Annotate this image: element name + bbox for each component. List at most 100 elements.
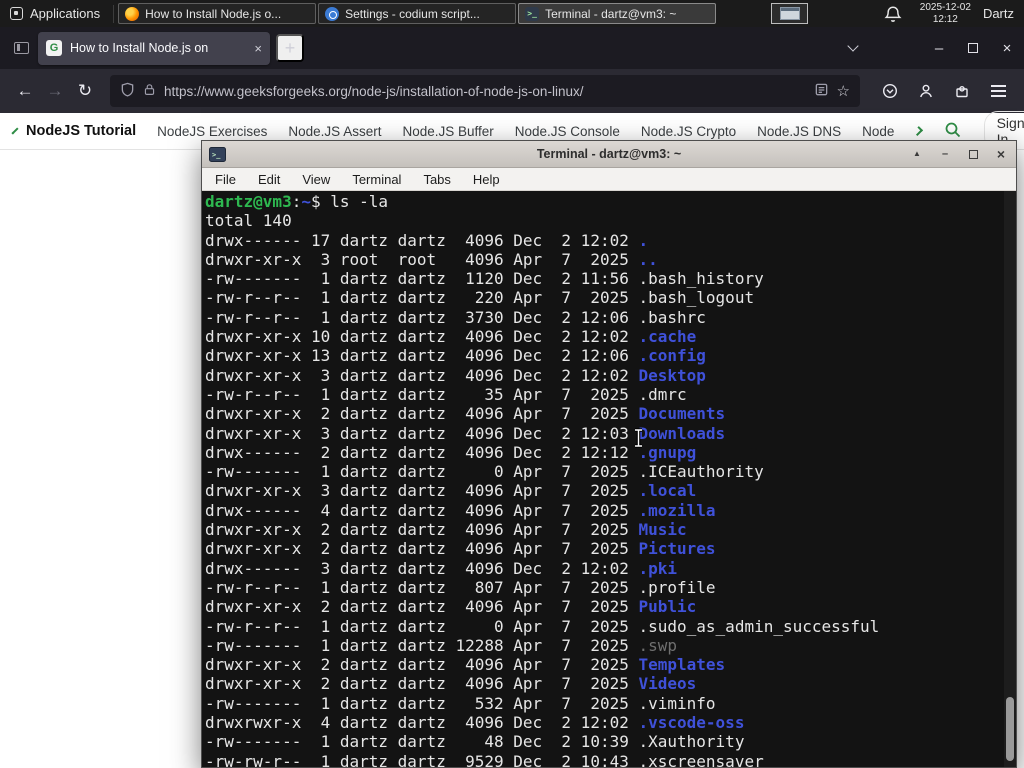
clock[interactable]: 2025-12-02 12:12 xyxy=(920,2,971,26)
terminal-line: -rw-r--r-- 1 dartz dartz 220 Apr 7 2025 … xyxy=(205,288,755,308)
terminal-line: drwxr-xr-x 2 dartz dartz 4096 Apr 7 2025… xyxy=(205,539,716,559)
reader-mode-icon[interactable] xyxy=(814,82,829,100)
directory-name: Desktop xyxy=(638,365,706,385)
terminal-line: drwxr-xr-x 2 dartz dartz 4096 Apr 7 2025… xyxy=(205,404,726,424)
file-name: .Xauthority xyxy=(638,732,745,752)
new-tab-button[interactable]: + xyxy=(276,34,304,62)
firefox-view-icon[interactable] xyxy=(8,35,34,61)
search-icon[interactable] xyxy=(944,121,962,142)
terminal-maximize-button[interactable] xyxy=(965,149,981,159)
browser-tab-bar: G How to Install Node.js on × + – × xyxy=(0,27,1024,69)
file-name: .bash_logout xyxy=(638,288,755,308)
terminal-menu-file[interactable]: File xyxy=(215,172,236,187)
nav-item-nodejs-console[interactable]: Node.JS Console xyxy=(515,124,620,139)
browser-close-button[interactable]: × xyxy=(990,27,1024,69)
terminal-line: drwxr-xr-x 3 dartz dartz 4096 Dec 2 12:0… xyxy=(205,365,706,385)
terminal-title: Terminal - dartz@vm3: ~ xyxy=(536,147,682,161)
directory-name: Public xyxy=(638,597,697,617)
forward-button[interactable]: → xyxy=(40,76,70,106)
maximize-icon xyxy=(968,149,978,159)
nav-item-nodejs-crypto[interactable]: Node.JS Crypto xyxy=(641,124,736,139)
taskbar-item-label: Terminal - dartz@vm3: ~ xyxy=(545,6,677,21)
chevron-left-icon[interactable] xyxy=(11,127,19,135)
directory-name: .vscode-oss xyxy=(638,713,745,733)
nav-item-nodejs-tutorial[interactable]: NodeJS Tutorial xyxy=(26,123,136,139)
directory-name: .config xyxy=(638,346,706,366)
taskbar-item-settings[interactable]: Settings - codium script... xyxy=(318,3,517,24)
reload-button[interactable]: ↻ xyxy=(70,76,100,106)
terminal-title-bar[interactable]: >_ Terminal - dartz@vm3: ~ ▲ – × xyxy=(202,141,1016,168)
list-all-tabs-button[interactable] xyxy=(836,27,870,69)
menu-icon[interactable] xyxy=(982,76,1014,106)
directory-name: .local xyxy=(638,481,697,501)
prompt-path: ~ xyxy=(301,192,311,211)
terminal-line: drwx------ 2 dartz dartz 4096 Dec 2 12:1… xyxy=(205,442,697,462)
maximize-icon xyxy=(968,43,978,53)
nav-item-nodejs-buffer[interactable]: Node.JS Buffer xyxy=(402,124,493,139)
notification-bell-icon[interactable] xyxy=(884,5,902,23)
nav-item-node-truncated[interactable]: Node xyxy=(862,124,894,139)
nav-item-nodejs-dns[interactable]: Node.JS DNS xyxy=(757,124,841,139)
terminal-line: drwxr-xr-x 3 dartz dartz 4096 Apr 7 2025… xyxy=(205,481,697,501)
lock-icon[interactable] xyxy=(143,83,156,99)
terminal-line: drwxr-xr-x 10 dartz dartz 4096 Dec 2 12:… xyxy=(205,327,697,347)
url-bar[interactable]: https://www.geeksforgeeks.org/node-js/in… xyxy=(110,75,860,107)
file-name: .sudo_as_admin_successful xyxy=(638,616,880,636)
browser-tab[interactable]: G How to Install Node.js on × xyxy=(38,31,270,65)
clock-time: 12:12 xyxy=(932,13,958,25)
desktop-panel: Applications How to Install Node.js o...… xyxy=(0,0,1024,27)
terminal-menu-tabs[interactable]: Tabs xyxy=(423,172,450,187)
file-name: .swp xyxy=(638,635,678,655)
text-cursor xyxy=(632,428,646,448)
terminal-screen[interactable]: dartz@vm3:~$ ls -la total 140 drwx------… xyxy=(202,191,1016,767)
terminal-menu-edit[interactable]: Edit xyxy=(258,172,280,187)
terminal-scrollbar[interactable] xyxy=(1004,191,1016,767)
terminal-menu-terminal[interactable]: Terminal xyxy=(352,172,401,187)
terminal-line: -rw-r--r-- 1 dartz dartz 807 Apr 7 2025 … xyxy=(205,577,716,597)
terminal-scrollbar-thumb[interactable] xyxy=(1006,697,1014,761)
prompt-user-host: dartz@vm3 xyxy=(205,192,292,211)
directory-name: Documents xyxy=(638,404,726,424)
nav-item-nodejs-exercises[interactable]: NodeJS Exercises xyxy=(157,124,267,139)
chevron-down-icon xyxy=(847,40,859,52)
back-button[interactable]: ← xyxy=(10,76,40,106)
terminal-total-line: total 140 xyxy=(205,211,292,231)
account-icon[interactable] xyxy=(910,76,942,106)
applications-icon xyxy=(10,7,23,20)
directory-name: Templates xyxy=(638,655,726,675)
terminal-line: drwxr-xr-x 2 dartz dartz 4096 Apr 7 2025… xyxy=(205,674,697,694)
terminal-line: drwxr-xr-x 2 dartz dartz 4096 Apr 7 2025… xyxy=(205,520,687,540)
pocket-icon[interactable] xyxy=(874,76,906,106)
directory-name: .cache xyxy=(638,327,697,347)
directory-name: .. xyxy=(638,249,658,269)
applications-label: Applications xyxy=(30,6,101,21)
file-name: .viminfo xyxy=(638,693,716,713)
terminal-menu-help[interactable]: Help xyxy=(473,172,500,187)
applications-menu[interactable]: Applications xyxy=(0,0,110,27)
user-menu[interactable]: Dartz xyxy=(983,6,1014,21)
terminal-menu-view[interactable]: View xyxy=(302,172,330,187)
tab-close-icon[interactable]: × xyxy=(254,42,262,55)
directory-name: .mozilla xyxy=(638,500,716,520)
browser-minimize-button[interactable]: – xyxy=(922,27,956,69)
terminal-line: drwx------ 3 dartz dartz 4096 Dec 2 12:0… xyxy=(205,558,678,578)
terminal-line: drwxr-xr-x 2 dartz dartz 4096 Apr 7 2025… xyxy=(205,597,697,617)
tab-favicon: G xyxy=(46,40,62,56)
terminal-minimize-button[interactable]: – xyxy=(937,146,953,162)
terminal-menu-bar: File Edit View Terminal Tabs Help xyxy=(202,168,1016,191)
workspace-switcher[interactable] xyxy=(771,3,809,24)
bookmark-star-icon[interactable]: ☆ xyxy=(837,82,850,100)
tracking-shield-icon[interactable] xyxy=(120,82,135,100)
terminal-shade-button[interactable]: ▲ xyxy=(909,146,925,162)
extensions-icon[interactable] xyxy=(946,76,978,106)
taskbar-item-firefox[interactable]: How to Install Node.js o... xyxy=(118,3,317,24)
clock-date: 2025-12-02 xyxy=(919,1,971,13)
terminal-line: drwxr-xr-x 2 dartz dartz 4096 Apr 7 2025… xyxy=(205,655,726,675)
terminal-window: >_ Terminal - dartz@vm3: ~ ▲ – × File Ed… xyxy=(201,140,1017,768)
browser-maximize-button[interactable] xyxy=(956,27,990,69)
nav-item-nodejs-assert[interactable]: Node.JS Assert xyxy=(288,124,381,139)
terminal-line: drwx------ 17 dartz dartz 4096 Dec 2 12:… xyxy=(205,230,649,250)
chevron-right-icon[interactable] xyxy=(913,126,924,136)
terminal-close-button[interactable]: × xyxy=(993,146,1009,162)
taskbar-item-terminal[interactable]: >_ Terminal - dartz@vm3: ~ xyxy=(518,3,717,24)
